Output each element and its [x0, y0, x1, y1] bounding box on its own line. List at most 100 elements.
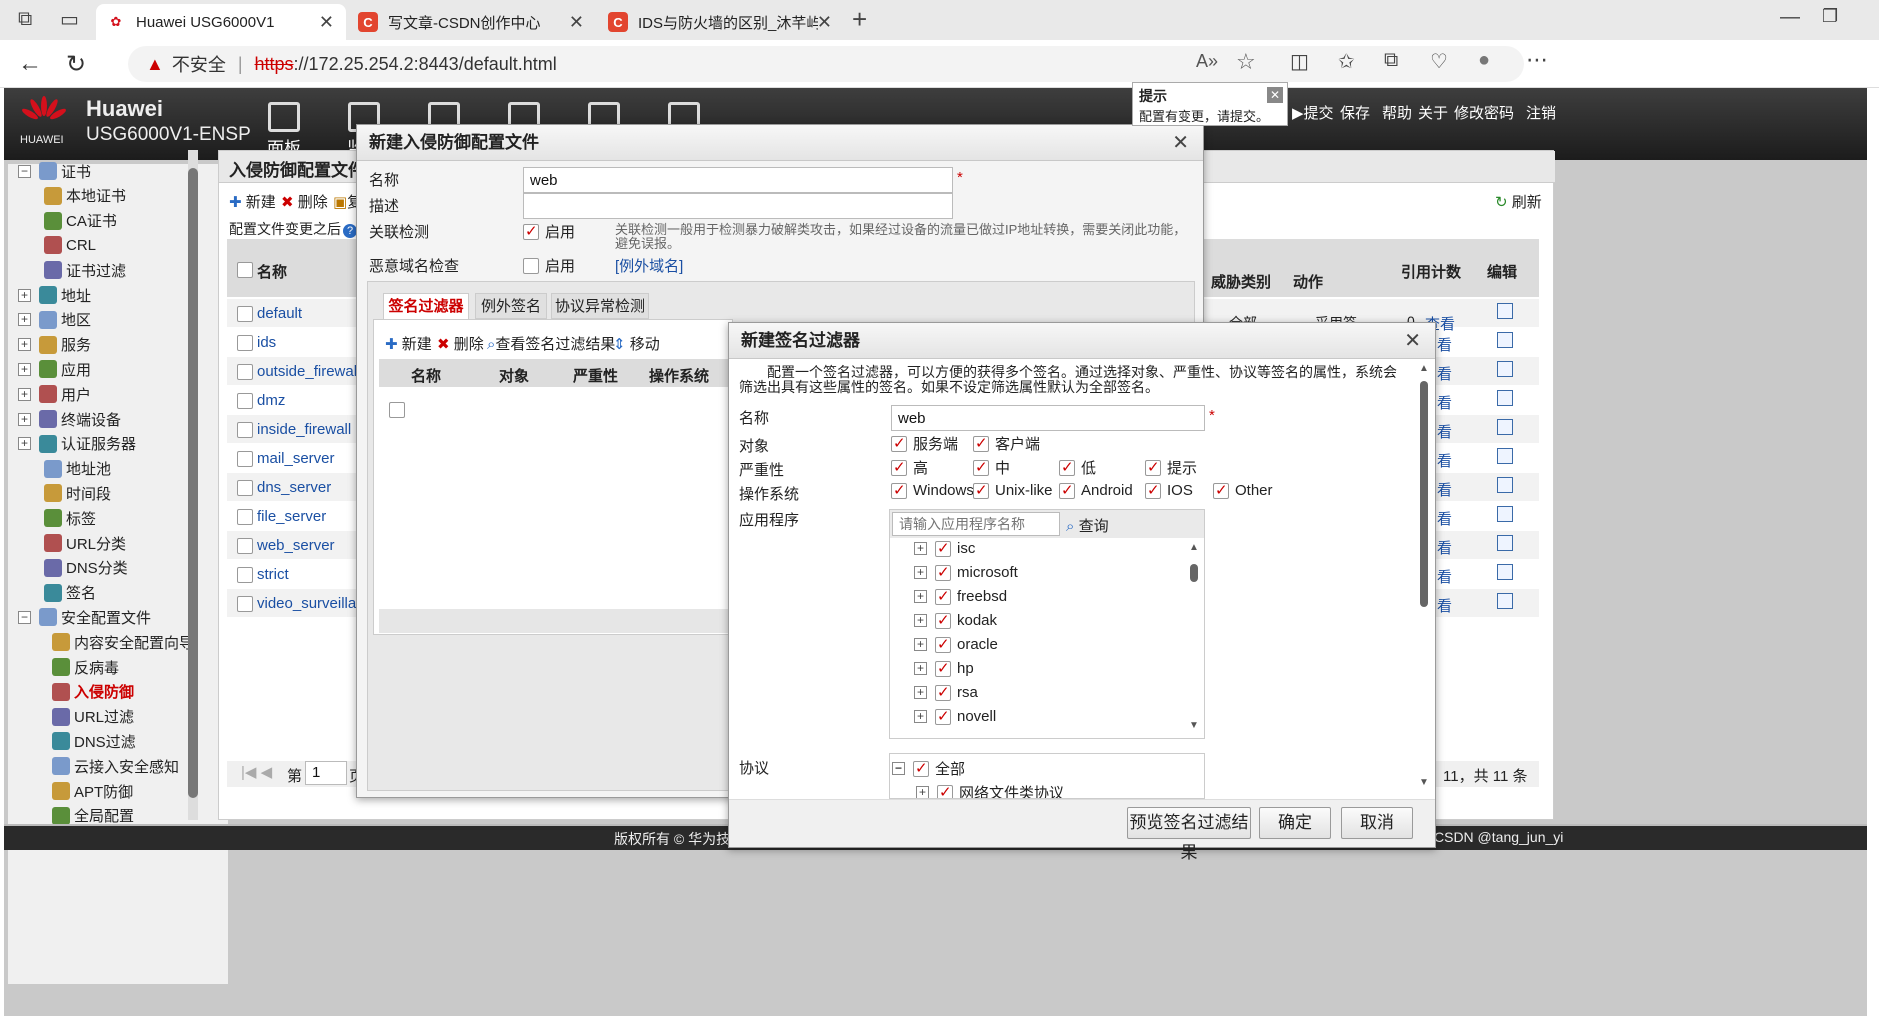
profile-name-link[interactable]: default — [257, 305, 302, 322]
sidebar-item[interactable]: 内容安全配置向导 — [52, 629, 194, 655]
logout-link[interactable]: 注销 — [1526, 102, 1556, 123]
severity-low-checkbox[interactable]: 低 — [1059, 457, 1096, 478]
edit-icon[interactable] — [1497, 332, 1513, 348]
profile-name-link[interactable]: web_server — [257, 537, 335, 554]
os-unix-checkbox[interactable]: Unix-like — [973, 481, 1053, 499]
view-link[interactable]: 看 — [1437, 566, 1452, 587]
dialog-scroll-thumb[interactable] — [1420, 381, 1428, 607]
app-checkbox[interactable] — [935, 587, 951, 605]
collections-icon[interactable]: ⧉ — [1384, 49, 1398, 72]
ok-button[interactable]: 确定 — [1259, 807, 1331, 839]
view-link[interactable]: 看 — [1437, 334, 1452, 355]
url-field[interactable]: ▲ 不安全 | https ://172.25.254.2:8443/defau… — [128, 46, 1524, 82]
tab-csdn-write[interactable]: C 写文章-CSDN创作中心 ✕ — [348, 4, 596, 40]
row-checkbox[interactable] — [237, 480, 253, 497]
tab-protocol-anomaly[interactable]: 协议异常检测 — [551, 293, 649, 319]
preview-result-button[interactable]: 预览签名过滤结果 — [1127, 807, 1251, 862]
view-link[interactable]: 看 — [1437, 595, 1452, 616]
row-checkbox[interactable] — [237, 364, 253, 381]
expand-icon[interactable]: + — [18, 288, 31, 302]
expand-icon[interactable]: + — [914, 710, 927, 723]
os-android-checkbox[interactable]: Android — [1059, 481, 1133, 499]
sidebar-item[interactable]: + 应用 — [18, 356, 91, 382]
expand-icon[interactable]: + — [18, 362, 31, 376]
filter-delete-button[interactable]: ✖ 删除 — [437, 333, 484, 354]
tab-signature-filter[interactable]: 签名过滤器 — [383, 293, 469, 319]
row-checkbox[interactable] — [237, 306, 253, 323]
sidebar-item[interactable]: + 终端设备 — [18, 406, 121, 432]
expand-icon[interactable]: + — [916, 786, 929, 798]
tab-huawei[interactable]: ✿ Huawei USG6000V1 ✕ — [96, 4, 346, 40]
view-link[interactable]: 看 — [1437, 508, 1452, 529]
view-filter-result-button[interactable]: ⌕查看签名过滤结果 — [487, 333, 615, 354]
workspaces-icon[interactable]: ⧉ — [18, 8, 32, 31]
protocol-all-checkbox[interactable] — [913, 759, 929, 777]
severity-info-checkbox[interactable]: 提示 — [1145, 457, 1197, 478]
app-checkbox[interactable] — [935, 563, 951, 581]
row-checkbox[interactable] — [237, 567, 253, 584]
profile-name-link[interactable]: ids — [257, 334, 276, 351]
view-link[interactable]: 看 — [1437, 421, 1452, 442]
tab-actions-icon[interactable]: ▭ — [60, 7, 79, 32]
select-all-checkbox[interactable] — [237, 262, 253, 279]
edit-icon[interactable] — [1497, 390, 1513, 406]
new-tab-icon[interactable]: + — [852, 4, 867, 35]
sidebar-item[interactable]: URL分类 — [44, 530, 126, 556]
domain-checkbox[interactable]: 启用 — [523, 255, 575, 276]
object-client-checkbox[interactable]: 客户端 — [973, 433, 1040, 454]
view-link[interactable]: 看 — [1437, 450, 1452, 471]
app-checkbox[interactable] — [935, 635, 951, 653]
row-checkbox[interactable] — [237, 422, 253, 439]
app-checkbox[interactable] — [935, 707, 951, 725]
sidebar-item[interactable]: + 认证服务器 — [18, 431, 136, 457]
tab-exception-signature[interactable]: 例外签名 — [475, 293, 547, 319]
view-link[interactable]: 看 — [1437, 363, 1452, 384]
row-checkbox[interactable] — [237, 451, 253, 468]
more-icon[interactable]: ⋯ — [1526, 47, 1548, 73]
sidebar-item[interactable]: 证书过滤 — [44, 257, 126, 283]
profile-name-link[interactable]: dmz — [257, 392, 285, 409]
sidebar-item[interactable]: DNS分类 — [44, 555, 128, 581]
favorites-icon[interactable]: ✩ — [1338, 49, 1355, 74]
edit-icon[interactable] — [1497, 303, 1513, 319]
sidebar-item[interactable]: 入侵防御 — [52, 679, 134, 705]
edit-icon[interactable] — [1497, 593, 1513, 609]
app-checkbox[interactable] — [935, 539, 951, 557]
view-link[interactable]: 看 — [1437, 479, 1452, 500]
dialog-scrollbar[interactable]: ▲ ▼ — [1417, 363, 1431, 793]
save-link[interactable]: 保存 — [1340, 102, 1370, 123]
app-checkbox[interactable] — [935, 611, 951, 629]
edit-icon[interactable] — [1497, 477, 1513, 493]
expand-icon[interactable]: + — [914, 590, 927, 603]
expand-icon[interactable]: + — [18, 313, 31, 327]
expand-icon[interactable]: + — [914, 542, 927, 555]
sidebar-item[interactable]: URL过滤 — [52, 704, 134, 730]
edit-icon[interactable] — [1497, 564, 1513, 580]
close-tab-icon[interactable]: ✕ — [569, 12, 584, 33]
help-icon[interactable]: ? — [343, 224, 357, 238]
expand-icon[interactable]: + — [18, 437, 31, 451]
collapse-icon[interactable]: − — [18, 610, 31, 624]
row-checkbox[interactable] — [237, 538, 253, 555]
filter-select-all[interactable] — [389, 402, 405, 419]
delete-button[interactable]: ✖ 删除 — [281, 191, 328, 212]
filter-name-input[interactable]: web — [891, 405, 1205, 431]
sidebar-item[interactable]: − 安全配置文件 — [18, 604, 151, 630]
app-scroll-thumb[interactable] — [1190, 564, 1198, 582]
exception-domain-link[interactable]: [例外域名] — [615, 255, 683, 276]
sidebar-item[interactable]: − 证书 — [18, 158, 91, 184]
os-windows-checkbox[interactable]: Windows — [891, 481, 974, 499]
favorite-icon[interactable]: ☆ — [1236, 49, 1256, 75]
first-page-icon[interactable]: |◀ ◀ — [241, 763, 272, 781]
performance-icon[interactable]: ♡ — [1430, 49, 1448, 74]
close-icon[interactable]: ✕ — [1172, 125, 1189, 161]
sidebar-item[interactable]: CA证书 — [44, 208, 117, 234]
page-input[interactable]: 1 — [305, 761, 347, 785]
refresh-button[interactable]: ↻ 刷新 — [1495, 191, 1542, 212]
sidebar-item[interactable]: 时间段 — [44, 480, 111, 506]
profile-name-link[interactable]: outside_firewall — [257, 363, 360, 380]
sidebar-item[interactable]: 地址池 — [44, 456, 111, 482]
sidebar-item[interactable]: DNS过滤 — [52, 728, 136, 754]
expand-icon[interactable]: + — [914, 638, 927, 651]
reload-icon[interactable]: ↻ — [66, 50, 86, 79]
